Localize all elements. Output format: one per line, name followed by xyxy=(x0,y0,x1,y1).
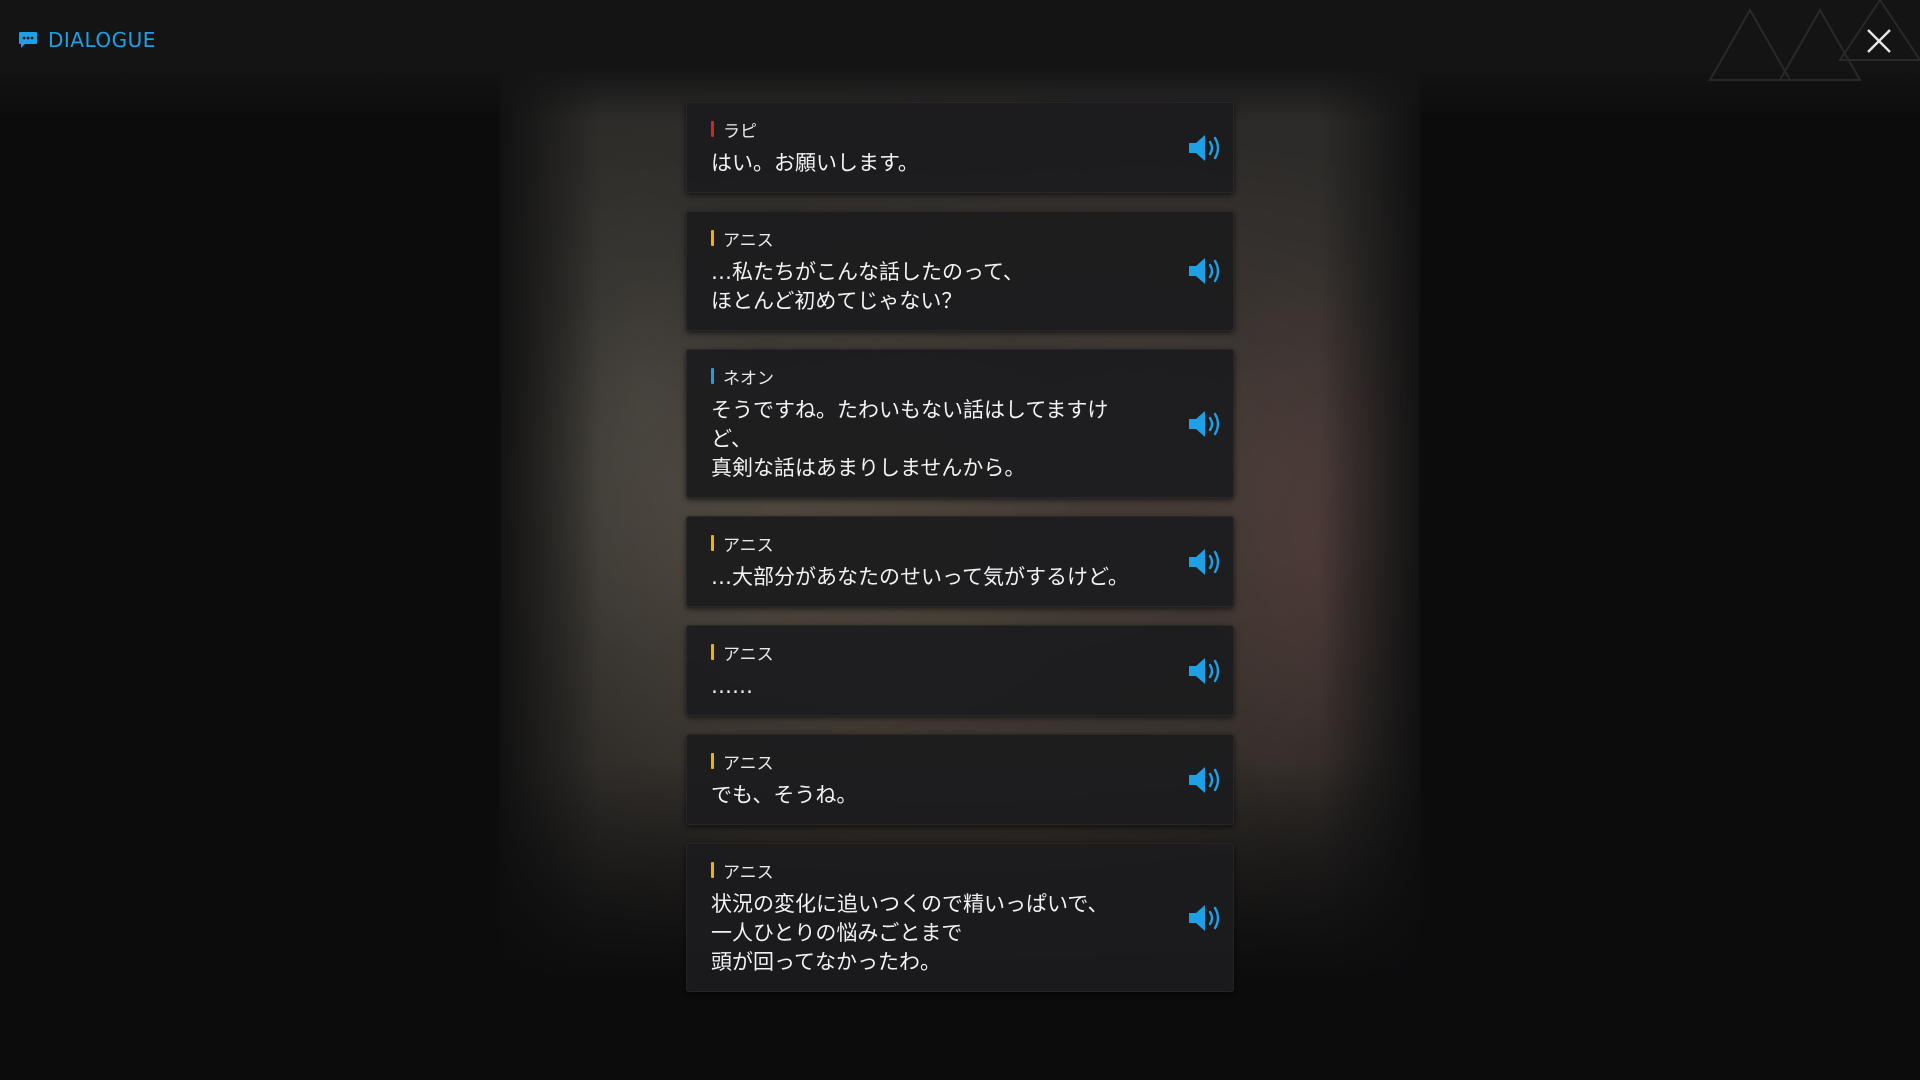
speaker-color-bar xyxy=(711,121,714,137)
speaker-color-bar xyxy=(711,862,714,878)
dialogue-text: はい。お願いします。 xyxy=(711,151,919,175)
dialogue-text: …… xyxy=(711,674,753,698)
dialogue-log-screen: DIALOGUE ラピはい。お願いします。アニス …私たちがこんな話したのって、 … xyxy=(0,0,1920,1080)
dialogue-entry: アニス …… xyxy=(686,625,1234,716)
speaker-color-bar xyxy=(711,644,714,660)
dialogue-entry: ネオンそうですね。たわいもない話はしてますけど、 真剣な話はあまりしませんから。 xyxy=(686,349,1234,498)
chat-bubble-icon xyxy=(19,32,37,48)
speaker-icon xyxy=(1189,548,1220,575)
play-voice-button[interactable] xyxy=(1187,256,1223,286)
speaker-name: ラピ xyxy=(723,121,757,142)
dialogue-entry: アニス …大部分があなたのせいって気がするけど。 xyxy=(686,516,1234,607)
speaker-row: アニス xyxy=(711,860,1143,883)
dialogue-text: 状況の変化に追いつくので精いっぱいで、 一人ひとりの悩みごとまで 頭が回ってなか… xyxy=(711,892,1109,974)
speaker-icon xyxy=(1189,134,1220,161)
page-title: DIALOGUE xyxy=(48,28,156,52)
speaker-icon xyxy=(1189,657,1220,684)
play-voice-button[interactable] xyxy=(1187,409,1223,439)
play-voice-button[interactable] xyxy=(1187,656,1223,686)
speaker-icon xyxy=(1189,258,1220,284)
speaker-icon xyxy=(1189,410,1220,437)
speaker-row: ネオン xyxy=(711,366,1143,389)
speaker-color-bar xyxy=(711,368,714,384)
dialogue-entry: アニス …私たちがこんな話したのって、 ほとんど初めてじゃない？ xyxy=(686,211,1234,331)
dialogue-text: そうですね。たわいもない話はしてますけど、 真剣な話はあまりしませんから。 xyxy=(711,398,1109,480)
play-voice-button[interactable] xyxy=(1187,903,1223,933)
dialogue-list[interactable]: ラピはい。お願いします。アニス …私たちがこんな話したのって、 ほとんど初めてじゃ… xyxy=(686,102,1234,1010)
speaker-name: ネオン xyxy=(723,368,774,389)
play-voice-button[interactable] xyxy=(1187,547,1223,577)
speaker-row: アニス xyxy=(711,642,1143,665)
dialogue-entry: アニス状況の変化に追いつくので精いっぱいで、 一人ひとりの悩みごとまで 頭が回っ… xyxy=(686,843,1234,992)
speaker-row: アニス xyxy=(711,228,1143,251)
dialogue-text: でも、そうね。 xyxy=(711,783,858,807)
speaker-color-bar xyxy=(711,535,714,551)
speaker-name: アニス xyxy=(723,230,774,251)
speaker-row: ラピ xyxy=(711,119,1143,142)
dialogue-entry: ラピはい。お願いします。 xyxy=(686,102,1234,193)
dialogue-entry: アニスでも、そうね。 xyxy=(686,734,1234,825)
speaker-name: アニス xyxy=(723,753,774,774)
play-voice-button[interactable] xyxy=(1187,765,1223,795)
header-title: DIALOGUE xyxy=(18,28,156,52)
speaker-icon xyxy=(1189,766,1220,793)
speaker-icon xyxy=(1189,904,1220,931)
dialogue-text: …私たちがこんな話したのって、 ほとんど初めてじゃない？ xyxy=(711,260,1024,313)
speaker-color-bar xyxy=(711,753,714,769)
close-icon xyxy=(1867,29,1891,53)
dialogue-text: …大部分があなたのせいって気がするけど。 xyxy=(711,565,1129,589)
speaker-color-bar xyxy=(711,230,714,246)
speaker-row: アニス xyxy=(711,751,1143,774)
speaker-name: アニス xyxy=(723,862,774,883)
speaker-row: アニス xyxy=(711,533,1143,556)
speaker-name: アニス xyxy=(723,644,774,665)
play-voice-button[interactable] xyxy=(1187,133,1223,163)
speaker-name: アニス xyxy=(723,535,774,556)
close-button[interactable] xyxy=(1862,24,1896,58)
